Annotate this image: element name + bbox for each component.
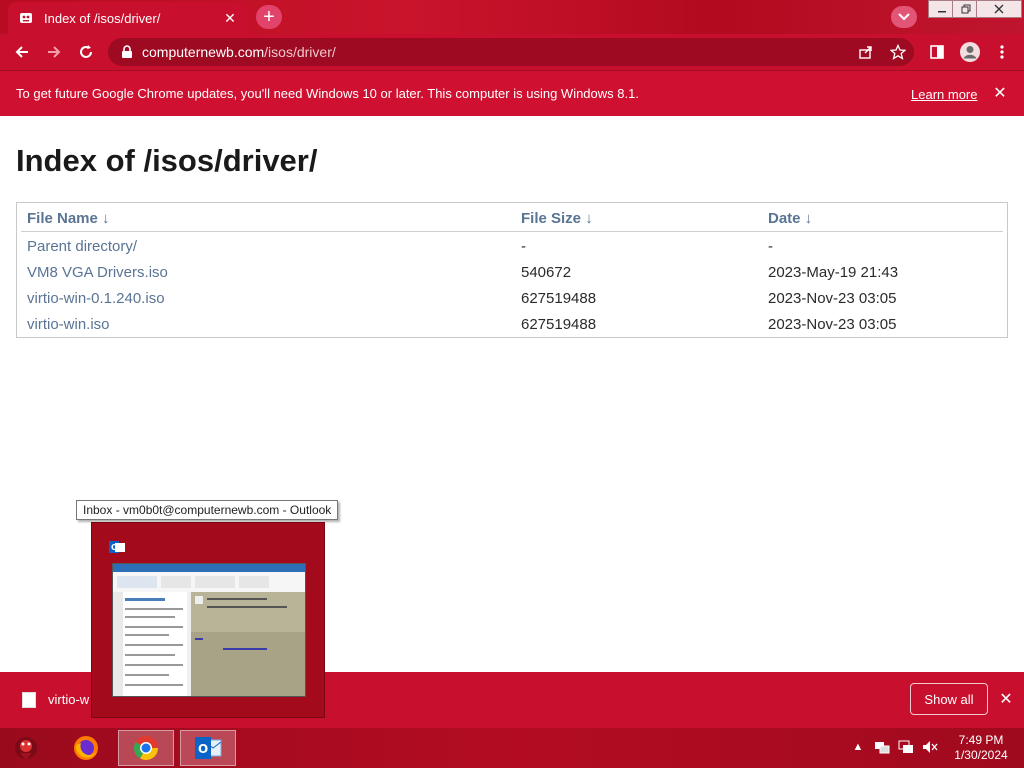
restore-icon [961,4,971,14]
file-date: 2023-Nov-23 03:05 [768,290,897,307]
network-icon[interactable] [874,738,890,756]
forward-button[interactable] [40,38,68,66]
side-panel-icon[interactable] [927,42,947,62]
column-header-file-size[interactable]: File Size ↓ [521,210,593,227]
address-bar[interactable]: computernewb.com/isos/driver/ [108,38,914,66]
lock-icon [120,45,134,59]
file-link[interactable]: virtio-win-0.1.240.iso [27,290,165,307]
outlook-icon: O [195,737,222,759]
taskbar-chrome[interactable] [118,730,174,766]
table-row: virtio-win.iso 627519488 2023-Nov-23 03:… [17,311,1007,337]
table-row: virtio-win-0.1.240.iso 627519488 2023-No… [17,285,1007,311]
show-all-button[interactable]: Show all [910,683,988,715]
reload-icon [80,45,92,58]
chevron-down-icon [898,13,910,21]
url-path: /isos/driver/ [264,44,336,60]
show-hidden-icons-chevron-up-icon[interactable]: ▲ [850,738,866,756]
learn-more-link[interactable]: Learn more [911,87,977,102]
chrome-icon [133,736,158,761]
minimize-icon [938,11,946,13]
file-size: 540672 [521,264,572,281]
file-icon [22,692,36,708]
close-window-button[interactable] [976,0,1022,18]
tab-search-button[interactable] [891,6,917,28]
tab-close-icon[interactable]: ✕ [222,10,238,26]
volume-muted-icon[interactable] [922,738,938,756]
share-icon[interactable] [856,42,876,62]
outlook-window-preview[interactable]: O [91,522,325,718]
file-size: 627519488 [521,316,597,333]
bookmark-star-icon[interactable] [888,42,908,62]
download-bar-close-icon[interactable]: ✕ [997,690,1015,708]
table-row: VM8 VGA Drivers.iso 540672 2023-May-19 2… [17,259,1007,285]
file-date: - [768,238,773,255]
url-host: computernewb.com [142,44,265,60]
svg-text:O: O [198,742,208,756]
start-button[interactable] [0,730,52,766]
clock-date: 1/30/2024 [954,748,1008,762]
update-infobar: To get future Google Chrome updates, you… [0,70,1024,116]
file-link[interactable]: VM8 VGA Drivers.iso [27,264,168,281]
page-title: Index of /isos/driver/ [16,143,318,178]
column-header-date[interactable]: Date ↓ [768,210,812,227]
arrow-left-icon [15,46,28,58]
table-row: Parent directory/ - - [17,233,1007,259]
outlook-thumbnail [112,563,306,697]
browser-toolbar: computernewb.com/isos/driver/ [0,34,1024,70]
outlook-icon: O [109,541,125,553]
more-menu-icon[interactable] [992,42,1012,62]
file-size: 627519488 [521,290,597,307]
new-tab-button[interactable]: + [256,5,282,29]
taskbar-outlook[interactable]: O [180,730,236,766]
infobar-message: To get future Google Chrome updates, you… [16,86,639,101]
tab-strip: Index of /isos/driver/ ✕ + [0,0,1024,34]
close-icon [994,4,1004,14]
download-item-name[interactable]: virtio-w [48,692,89,707]
taskbar-firefox[interactable] [58,730,114,766]
clock-time: 7:49 PM [958,733,1004,747]
file-link[interactable]: virtio-win.iso [27,316,110,333]
table-header: File Name ↓ File Size ↓ Date ↓ [17,207,1007,232]
tab-index-of-isos-driver[interactable]: Index of /isos/driver/ ✕ [8,2,248,34]
file-date: 2023-Nov-23 03:05 [768,316,897,333]
back-button[interactable] [8,38,36,66]
column-header-file-name[interactable]: File Name ↓ [27,210,110,227]
profile-avatar-icon[interactable] [959,41,981,63]
start-logo-icon [15,737,37,760]
file-size: - [521,238,526,255]
arrow-right-icon [48,46,61,58]
infobar-close-icon[interactable]: ✕ [991,84,1009,102]
header-divider [21,231,1003,232]
outlook-preview-tooltip: Inbox - vm0b0t@computernewb.com - Outloo… [76,500,339,520]
file-link[interactable]: Parent directory/ [27,238,137,255]
site-favicon-icon [18,10,34,26]
action-center-icon[interactable] [898,738,914,756]
firefox-icon [74,736,98,760]
system-clock[interactable]: 7:49 PM 1/30/2024 [948,733,1014,763]
svg-text:O: O [111,543,118,552]
reload-button[interactable] [72,38,100,66]
file-listing-table: File Name ↓ File Size ↓ Date ↓ Parent di… [16,202,1008,338]
file-date: 2023-May-19 21:43 [768,264,899,281]
tab-title: Index of /isos/driver/ [44,10,161,26]
windows-taskbar: O ▲ 7:49 PM 1/30/2024 [0,728,1024,768]
